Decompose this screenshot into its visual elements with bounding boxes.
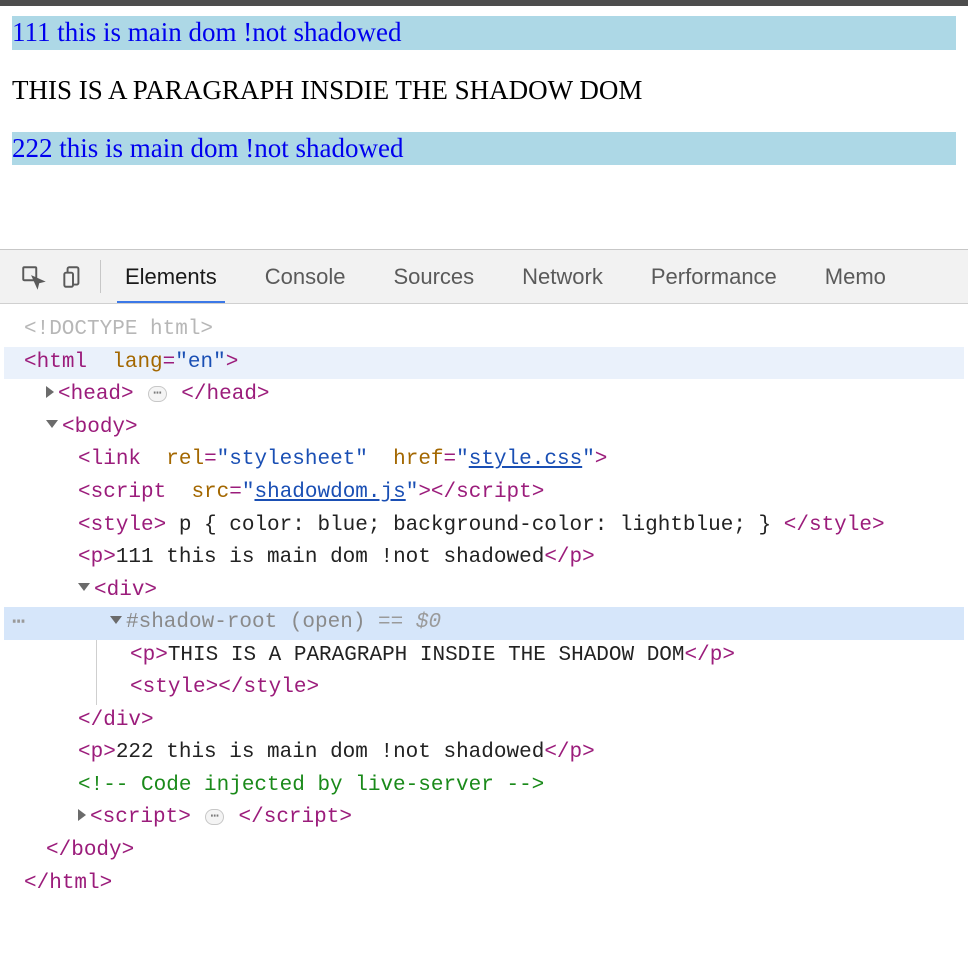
code-text: p { color: blue; background-color: light… xyxy=(166,514,784,537)
code-text: <link xyxy=(78,448,141,471)
code-text: src xyxy=(179,481,229,504)
code-text: ></script> xyxy=(418,481,544,504)
tree-rail xyxy=(96,672,97,705)
code-text: = xyxy=(229,481,242,504)
dom-line-style[interactable]: <style> p { color: blue; background-colo… xyxy=(4,510,964,543)
code-text: <body> xyxy=(62,416,138,439)
code-text: lang xyxy=(100,351,163,374)
ellipsis-icon[interactable]: ⋯ xyxy=(205,809,223,825)
code-text: THIS IS A PARAGRAPH INSDIE THE SHADOW DO… xyxy=(168,644,685,667)
tab-elements[interactable]: Elements xyxy=(101,250,241,303)
code-text: </p> xyxy=(544,546,594,569)
code-text: > xyxy=(595,448,608,471)
disclosure-triangle-icon[interactable] xyxy=(46,386,54,398)
ellipsis-icon[interactable]: ⋯ xyxy=(148,386,166,402)
code-text: <p> xyxy=(78,741,116,764)
disclosure-triangle-icon[interactable] xyxy=(46,420,58,428)
code-text: <style> xyxy=(78,514,166,537)
dom-line-body-close[interactable]: </body> xyxy=(4,835,964,868)
code-text: <html xyxy=(24,351,87,374)
code-text: </p> xyxy=(685,644,735,667)
code-text: "stylesheet" xyxy=(217,448,368,471)
dom-line-shadow-root[interactable]: ⋯ #shadow-root (open) == $0 xyxy=(4,607,964,640)
stylesheet-link[interactable]: style.css xyxy=(469,448,582,471)
code-text: "shadowdom.js" xyxy=(242,481,418,504)
code-text: = xyxy=(204,448,217,471)
dom-line-script-src[interactable]: <script src="shadowdom.js"></script> xyxy=(4,477,964,510)
code-text: <p> xyxy=(78,546,116,569)
tab-performance[interactable]: Performance xyxy=(627,250,801,303)
code-text: </div> xyxy=(78,709,154,732)
main-paragraph-1: 111 this is main dom !not shadowed xyxy=(12,16,956,50)
dom-line-div-close[interactable]: </div> xyxy=(4,705,964,738)
devtools-panel: Elements Console Sources Network Perform… xyxy=(0,249,968,928)
dom-line-script-collapsed[interactable]: <script> ⋯ </script> xyxy=(4,802,964,835)
gutter-menu-icon[interactable]: ⋯ xyxy=(12,606,27,640)
dom-line-div-open[interactable]: <div> xyxy=(4,575,964,608)
disclosure-triangle-icon[interactable] xyxy=(78,583,90,591)
toolbar-icon-group xyxy=(0,250,100,303)
code-text: > xyxy=(226,351,239,374)
device-toolbar-icon[interactable] xyxy=(60,264,86,290)
tree-rail xyxy=(96,640,97,673)
code-text: <script> xyxy=(90,806,191,829)
code-text: </html> xyxy=(24,872,112,895)
disclosure-triangle-icon[interactable] xyxy=(78,809,86,821)
doctype-text: <!DOCTYPE html> xyxy=(24,318,213,341)
tab-sources[interactable]: Sources xyxy=(369,250,498,303)
dom-line-html-close[interactable]: </html> xyxy=(4,868,964,901)
dom-line-html-open[interactable]: <html lang="en"> xyxy=(4,347,964,380)
code-text: </script> xyxy=(239,806,352,829)
dom-line-body-open[interactable]: <body> xyxy=(4,412,964,445)
code-text: 111 this is main dom !not shadowed xyxy=(116,546,544,569)
code-text: </style> xyxy=(784,514,885,537)
dom-line-p1[interactable]: <p>111 this is main dom !not shadowed</p… xyxy=(4,542,964,575)
devtools-tabs: Elements Console Sources Network Perform… xyxy=(101,250,910,303)
code-text: <script xyxy=(78,481,166,504)
dom-line-doctype[interactable]: <!DOCTYPE html> xyxy=(4,314,964,347)
code-text: href xyxy=(381,448,444,471)
tab-console[interactable]: Console xyxy=(241,250,370,303)
code-text: "style.css" xyxy=(456,448,595,471)
dollar-zero-label: == $0 xyxy=(365,611,441,634)
code-text: </head> xyxy=(181,383,269,406)
dom-line-head[interactable]: <head> ⋯ </head> xyxy=(4,379,964,412)
code-text: = xyxy=(444,448,457,471)
tab-network[interactable]: Network xyxy=(498,250,627,303)
main-paragraph-2: 222 this is main dom !not shadowed xyxy=(12,132,956,166)
disclosure-triangle-icon[interactable] xyxy=(110,616,122,624)
dom-line-link[interactable]: <link rel="stylesheet" href="style.css"> xyxy=(4,444,964,477)
dom-line-shadow-style[interactable]: <style></style> xyxy=(4,672,964,705)
code-text: <div> xyxy=(94,579,157,602)
elements-dom-tree[interactable]: <!DOCTYPE html> <html lang="en"> <head> … xyxy=(0,304,968,928)
tab-memory[interactable]: Memo xyxy=(801,250,910,303)
rendered-page: 111 this is main dom !not shadowed THIS … xyxy=(0,6,968,249)
dom-line-p2[interactable]: <p>222 this is main dom !not shadowed</p… xyxy=(4,737,964,770)
shadow-paragraph: THIS IS A PARAGRAPH INSDIE THE SHADOW DO… xyxy=(12,74,956,108)
dom-line-comment[interactable]: <!-- Code injected by live-server --> xyxy=(4,770,964,803)
comment-text: <!-- Code injected by live-server --> xyxy=(78,774,544,797)
script-link[interactable]: shadowdom.js xyxy=(254,481,405,504)
code-text: </body> xyxy=(46,839,134,862)
code-text: <style></style> xyxy=(130,676,319,699)
dom-line-shadow-p[interactable]: <p>THIS IS A PARAGRAPH INSDIE THE SHADOW… xyxy=(4,640,964,673)
inspect-element-icon[interactable] xyxy=(20,264,46,290)
code-text: <p> xyxy=(130,644,168,667)
code-text: </p> xyxy=(544,741,594,764)
code-text: = xyxy=(163,351,176,374)
code-text: rel xyxy=(154,448,204,471)
shadow-root-label: #shadow-root (open) xyxy=(126,611,365,634)
code-text: <head> xyxy=(58,383,134,406)
code-text: "en" xyxy=(175,351,225,374)
code-text: 222 this is main dom !not shadowed xyxy=(116,741,544,764)
devtools-toolbar: Elements Console Sources Network Perform… xyxy=(0,250,968,304)
